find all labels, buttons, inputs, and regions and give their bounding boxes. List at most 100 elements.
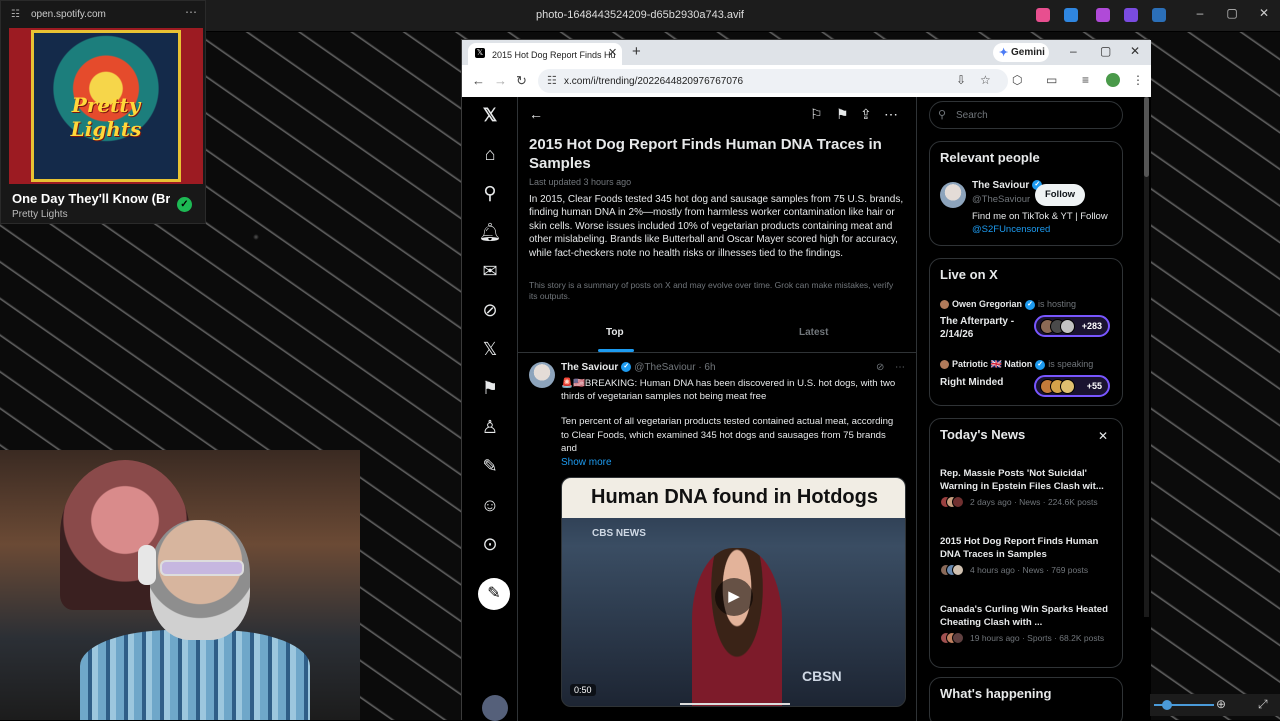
tray-app-icon[interactable] [1096, 8, 1110, 22]
new-tab-icon[interactable]: + [632, 43, 641, 60]
saved-check-icon[interactable]: ✓ [177, 197, 192, 212]
grok-icon[interactable]: ⊘ [876, 362, 884, 373]
forward-icon[interactable]: → [494, 73, 507, 88]
video-progress[interactable] [680, 703, 790, 705]
address-input[interactable]: ☷ x.com/i/trending/2022644820976767076 [538, 69, 1008, 93]
explore-icon[interactable]: ⚲ [476, 181, 504, 205]
host-name[interactable]: Owen Gregorian [952, 299, 1022, 309]
media-controls-icon[interactable]: ≡ [1082, 73, 1089, 87]
page-scrollbar[interactable] [1144, 97, 1149, 617]
tray-app-icon[interactable] [1036, 8, 1050, 22]
close-tab-icon[interactable]: ✕ [608, 46, 617, 59]
profile-icon[interactable]: ☺ [476, 493, 504, 517]
maximize-icon[interactable]: ▢ [1222, 6, 1242, 20]
more-icon[interactable]: ⋯ [895, 362, 905, 373]
track-title[interactable]: One Day They'll Know (Br [12, 191, 170, 206]
tab-latest[interactable]: Latest [799, 327, 828, 338]
more-icon[interactable]: ⋯ [185, 5, 197, 19]
maximize-icon[interactable]: ▢ [1100, 44, 1111, 58]
bookmarks-icon[interactable]: ⚑ [476, 376, 504, 400]
jobs-icon[interactable]: ♙ [476, 415, 504, 439]
reload-icon[interactable]: ↻ [516, 73, 527, 89]
bio-link[interactable]: @S2FUncensored [972, 224, 1050, 235]
scrollbar-thumb[interactable] [1144, 97, 1149, 177]
host-name[interactable]: Patriotic 🇬🇧 Nation [952, 359, 1032, 369]
host-status: is speaking [1048, 359, 1094, 369]
more-icon[interactable]: ⊙ [476, 532, 504, 556]
space-title[interactable]: Right Minded [940, 376, 1030, 389]
premium-icon[interactable]: 𝕏 [476, 337, 504, 361]
fullscreen-icon[interactable]: ⤢ [1258, 697, 1268, 712]
webcam-overlay [0, 450, 360, 720]
person-name-text[interactable]: The Saviour [972, 180, 1029, 191]
minimize-icon[interactable]: – [1070, 44, 1077, 58]
account-avatar[interactable] [482, 695, 508, 721]
bio-text: Find me on TikTok & YT | Follow [972, 211, 1108, 222]
tab-top[interactable]: Top [606, 327, 624, 338]
close-icon[interactable]: ✕ [1130, 44, 1140, 58]
messages-icon[interactable]: ✉ [476, 259, 504, 283]
home-icon[interactable]: ⌂ [476, 142, 504, 166]
live-host[interactable]: Owen Gregorian ✓ is hosting [940, 299, 1076, 310]
headphones [138, 545, 156, 585]
close-icon[interactable]: ✕ [1254, 6, 1274, 20]
live-host[interactable]: Patriotic 🇬🇧 Nation ✓ is speaking [940, 359, 1093, 370]
site-settings-icon[interactable]: ☷ [11, 9, 20, 20]
site-info-icon[interactable]: ☷ [547, 74, 557, 87]
space-listeners-pill[interactable]: +55 [1034, 375, 1110, 397]
menu-icon[interactable]: ⋮ [1132, 73, 1144, 87]
tray-app-icon[interactable] [1064, 8, 1078, 22]
post-avatar[interactable] [529, 362, 555, 388]
listener-avatar [1060, 319, 1075, 334]
notifications-icon[interactable]: 🔔︎ [476, 220, 504, 244]
verified-badge-icon: ✓ [1025, 299, 1036, 310]
post-text: 🚨🇺🇸BREAKING: Human DNA has been discover… [561, 377, 901, 455]
x-logo-icon[interactable]: 𝕏 [476, 103, 504, 127]
search-icon: ⚲ [938, 109, 947, 121]
post-video[interactable]: Human DNA found in Hotdogs CBS NEWS CBSN… [561, 477, 906, 707]
zoom-in-icon[interactable]: ⊕ [1216, 697, 1226, 711]
bookmark-icon[interactable]: ⚐ [810, 106, 823, 123]
video-duration: 0:50 [570, 684, 596, 696]
space-listeners-pill[interactable]: +283 [1034, 315, 1110, 337]
post-author-name[interactable]: The Saviour [561, 362, 618, 373]
space-title[interactable]: The Afterparty - 2/14/26 [940, 315, 1030, 341]
tab-title: 2015 Hot Dog Report Finds Hu [492, 50, 616, 60]
flag-icon[interactable]: ⚑ [836, 106, 849, 123]
follow-button[interactable]: Follow [1035, 184, 1085, 206]
post-handle[interactable]: @TheSaviour · 6h [634, 362, 715, 373]
bookmark-star-icon[interactable]: ☆ [980, 73, 991, 87]
minimize-icon[interactable]: – [1190, 6, 1210, 20]
person-avatar[interactable] [940, 182, 966, 208]
news-anchor [692, 548, 782, 706]
profile-avatar[interactable] [1106, 73, 1120, 87]
install-app-icon[interactable]: ⇩ [956, 73, 966, 87]
articles-icon[interactable]: ✎ [476, 454, 504, 478]
back-icon[interactable]: ← [529, 106, 543, 122]
track-artist[interactable]: Pretty Lights [12, 209, 68, 220]
back-icon[interactable]: ← [472, 73, 485, 88]
news-item-title[interactable]: Rep. Massie Posts 'Not Suicidal' Warning… [940, 467, 1116, 493]
gemini-button[interactable]: ✦ Gemini [993, 43, 1049, 62]
person-name[interactable]: The Saviour ✓ [972, 180, 1045, 191]
share-icon[interactable]: ⇪ [860, 106, 872, 123]
play-icon[interactable]: ▶ [715, 578, 753, 616]
split-view-icon[interactable]: ▭ [1046, 73, 1057, 87]
grok-icon[interactable]: ⊘ [476, 298, 504, 322]
tab-strip: 2015 Hot Dog Report Finds Hu 𝕏 ✕ + ✦ Gem… [462, 40, 1151, 65]
post-author[interactable]: The Saviour ✓ @TheSaviour · 6h [561, 362, 716, 373]
extensions-icon[interactable]: ⬡ [1012, 73, 1022, 87]
browser-tab[interactable]: 2015 Hot Dog Report Finds Hu [468, 43, 622, 65]
compose-post-button[interactable]: ✎ [478, 578, 510, 610]
tray-app-icon[interactable] [1152, 8, 1166, 22]
dismiss-icon[interactable]: ✕ [1098, 429, 1108, 443]
address-bar-row: ← → ↻ ☷ x.com/i/trending/202264482097676… [462, 65, 1151, 97]
show-more-link[interactable]: Show more [561, 457, 612, 468]
search-input[interactable]: ⚲ Search [929, 101, 1123, 129]
news-item-title[interactable]: 2015 Hot Dog Report Finds Human DNA Trac… [940, 535, 1116, 561]
person-handle[interactable]: @TheSaviour [972, 194, 1030, 205]
tray-app-icon[interactable] [1124, 8, 1138, 22]
news-item-title[interactable]: Canada's Curling Win Sparks Heated Cheat… [940, 603, 1116, 629]
more-icon[interactable]: ⋯ [884, 106, 898, 123]
zoom-slider-handle[interactable] [1162, 700, 1172, 710]
